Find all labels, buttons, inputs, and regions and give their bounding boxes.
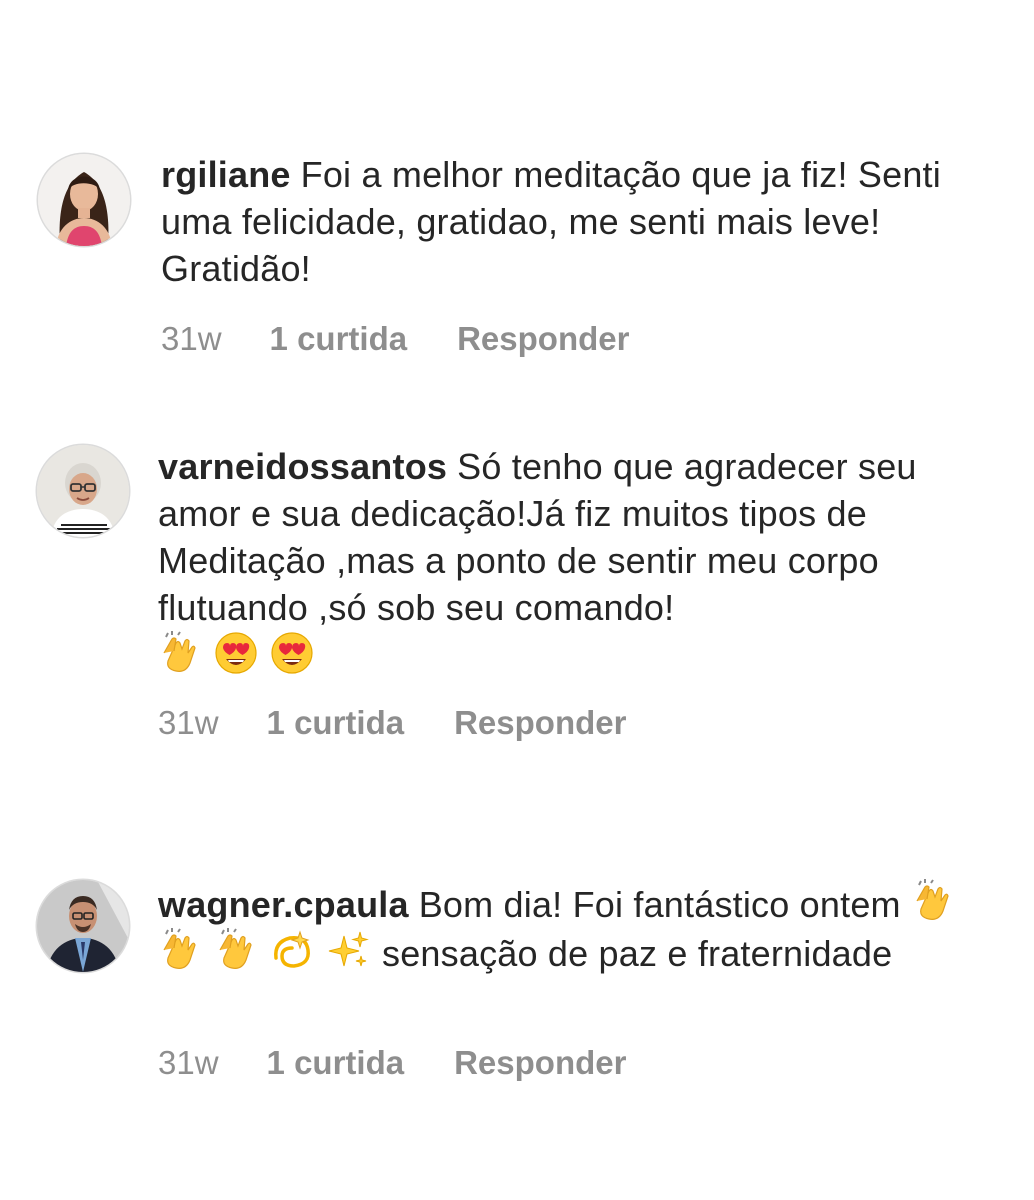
comment-text: varneidossantos Só tenho que agradecer se…: [158, 443, 988, 680]
comment-meta: 31w 1 curtida Responder: [161, 320, 629, 358]
likes-count-link[interactable]: 1 curtida: [270, 320, 408, 358]
comment-message-continued: sensação de paz e fraternidade: [382, 933, 893, 974]
comment-body: wagner.cpaula Bom dia! Foi fantástico ont…: [158, 879, 988, 977]
comment-text: wagner.cpaula Bom dia! Foi fantástico ont…: [158, 879, 988, 977]
comment-timestamp: 31w: [158, 704, 219, 741]
comment-timestamp: 31w: [161, 320, 222, 357]
comment-body: varneidossantos Só tenho que agradecer se…: [158, 443, 988, 680]
likes-count-link[interactable]: 1 curtida: [267, 1044, 405, 1082]
man-suit-glasses-avatar-icon: [37, 880, 129, 972]
comment-username[interactable]: varneidossantos: [158, 446, 447, 487]
clapping-hands-emoji-icon: [158, 928, 202, 972]
avatar[interactable]: [37, 445, 129, 537]
older-woman-glasses-avatar-icon: [37, 445, 129, 537]
comment-text: rgiliane Foi a melhor meditação que ja fi…: [161, 151, 991, 292]
comment-username[interactable]: rgiliane: [161, 154, 291, 195]
likes-count-link[interactable]: 1 curtida: [267, 704, 405, 742]
comment-message: Bom dia! Foi fantástico ontem: [418, 884, 901, 925]
heart-eyes-emoji-icon: [214, 631, 258, 675]
dizzy-emoji-icon: [270, 928, 314, 972]
heart-eyes-emoji-icon: [270, 631, 314, 675]
comment-body: rgiliane Foi a melhor meditação que ja fi…: [161, 151, 991, 292]
avatar[interactable]: [37, 880, 129, 972]
comment-timestamp: 31w: [158, 1044, 219, 1081]
sparkles-emoji-icon: [326, 928, 370, 972]
avatar[interactable]: [38, 154, 130, 246]
comment-meta: 31w 1 curtida Responder: [158, 1044, 626, 1082]
reply-button[interactable]: Responder: [454, 1044, 626, 1082]
clapping-hands-emoji-icon: [158, 631, 202, 675]
woman-dark-hair-pink-top-avatar-icon: [38, 154, 130, 246]
clapping-hands-emoji-icon: [911, 879, 955, 923]
comment-username[interactable]: wagner.cpaula: [158, 884, 409, 925]
reply-button[interactable]: Responder: [457, 320, 629, 358]
comment-meta: 31w 1 curtida Responder: [158, 704, 626, 742]
clapping-hands-emoji-icon: [214, 928, 258, 972]
reply-button[interactable]: Responder: [454, 704, 626, 742]
